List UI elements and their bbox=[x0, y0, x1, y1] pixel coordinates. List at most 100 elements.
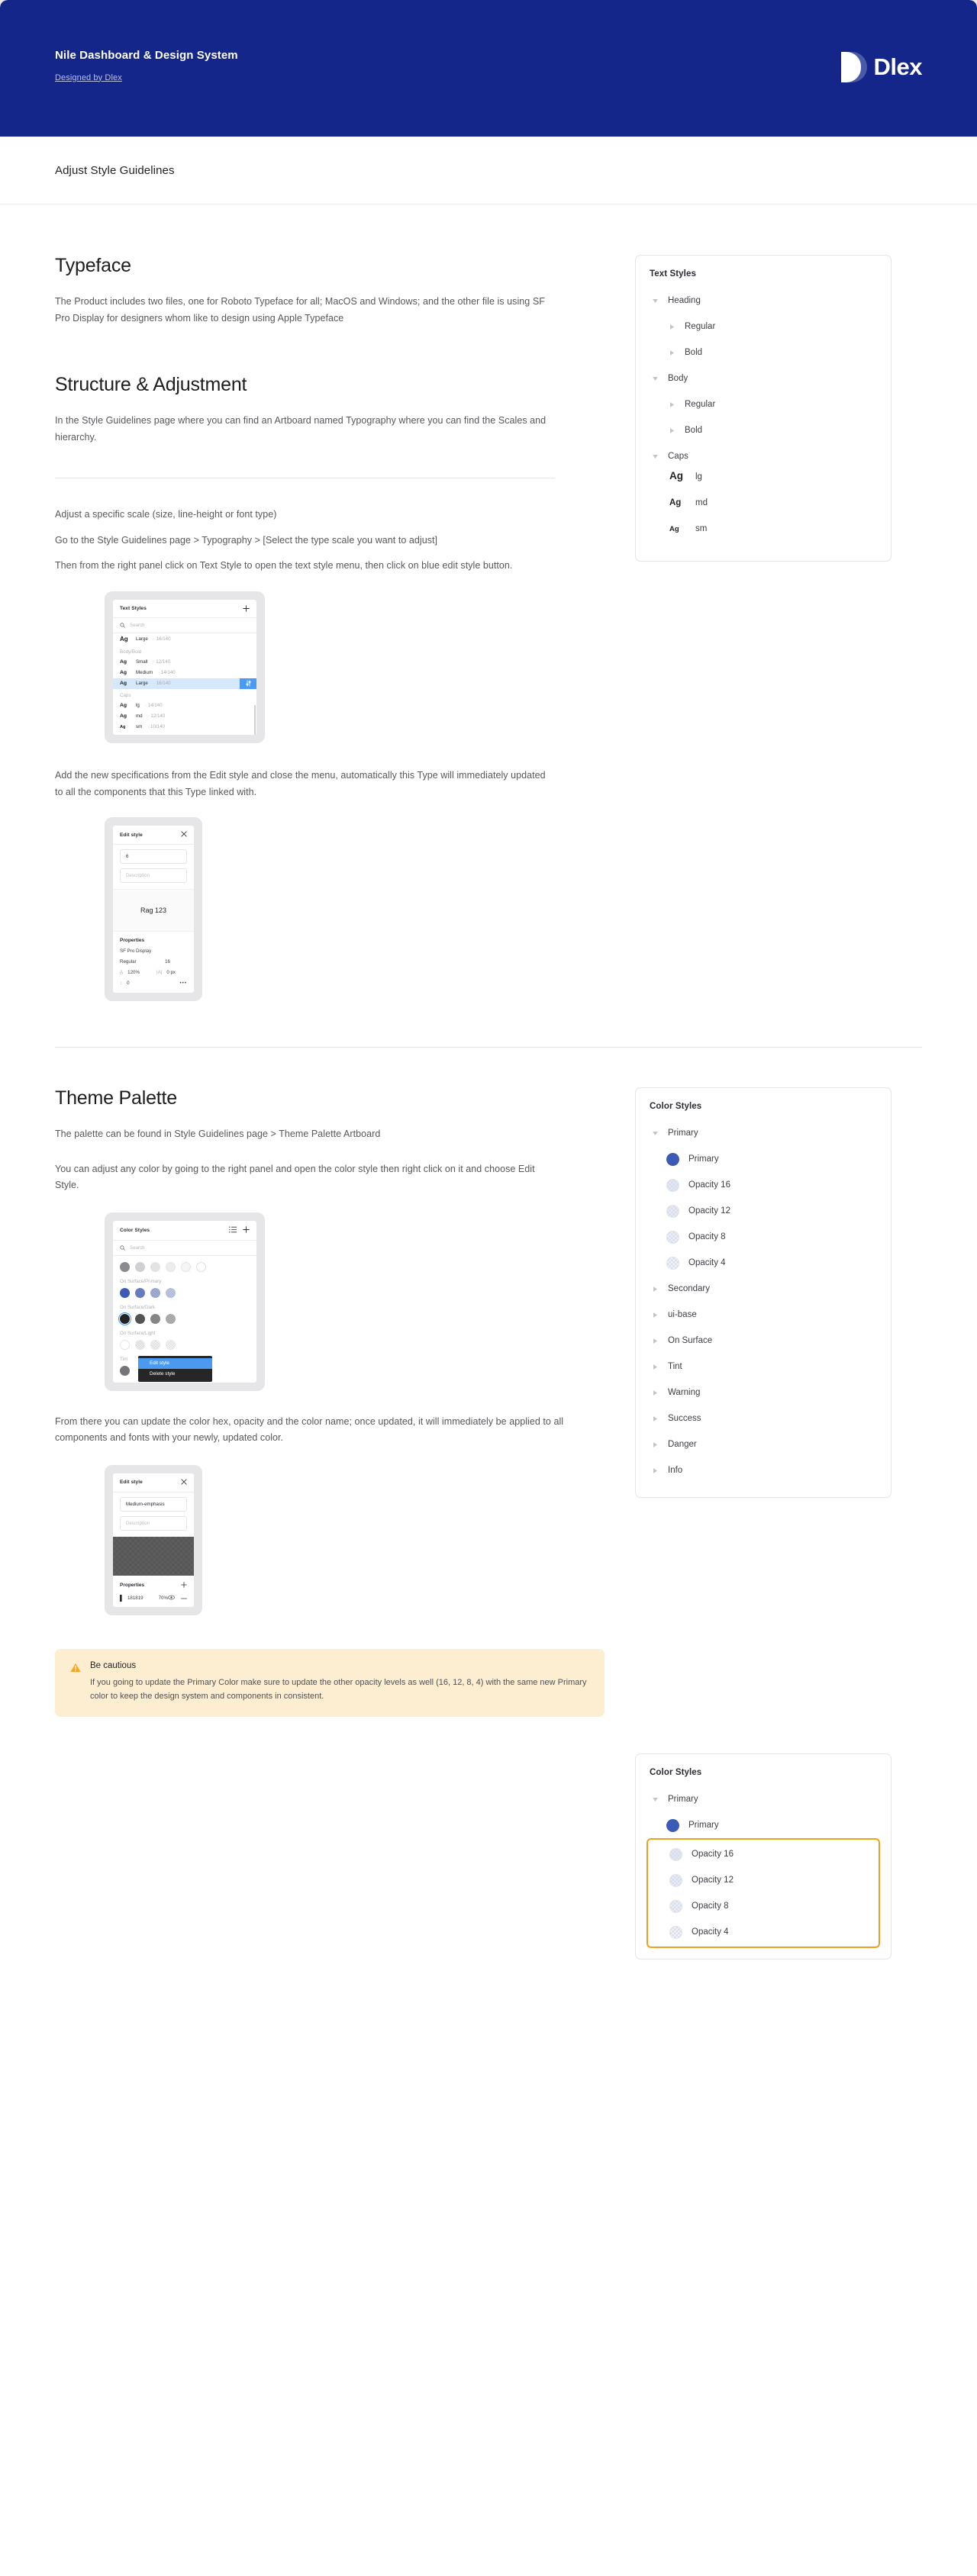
list-icon[interactable] bbox=[229, 1226, 237, 1235]
color-swatch[interactable] bbox=[669, 1925, 682, 1939]
eye-icon[interactable] bbox=[168, 1595, 175, 1602]
minus-icon[interactable] bbox=[181, 1596, 187, 1601]
color-swatch[interactable] bbox=[150, 1339, 160, 1350]
caps-item-sm[interactable]: Ag sm bbox=[636, 521, 891, 547]
tree-item-body-bold[interactable]: Bold bbox=[636, 417, 891, 443]
color-swatch[interactable] bbox=[666, 1230, 679, 1244]
list-item[interactable]: Ag Medium · 14/140 bbox=[113, 668, 256, 678]
tree-item-on-surface[interactable]: On Surface bbox=[636, 1328, 891, 1354]
color-name-input[interactable]: Medium-emphasis bbox=[120, 1496, 187, 1512]
chevron-right-icon[interactable] bbox=[650, 1441, 660, 1447]
tree-item-heading-bold[interactable]: Bold bbox=[636, 340, 891, 365]
context-menu-edit-style[interactable]: Edit style bbox=[138, 1357, 212, 1369]
paragraph-spacing-row[interactable]: ↕ 0 ••• bbox=[120, 980, 187, 986]
tree-item-body-regular[interactable]: Regular bbox=[636, 391, 891, 417]
chevron-right-icon[interactable] bbox=[650, 1467, 660, 1473]
color-item-opacity-4[interactable]: Opacity 4 bbox=[636, 1250, 891, 1276]
color-swatch[interactable] bbox=[666, 1256, 679, 1270]
plus-icon[interactable] bbox=[243, 1225, 250, 1235]
chevron-down-icon[interactable] bbox=[650, 1131, 660, 1135]
color-item-opacity-12[interactable]: Opacity 12 bbox=[648, 1867, 879, 1893]
color-swatch[interactable] bbox=[166, 1339, 176, 1350]
color-swatch[interactable] bbox=[150, 1313, 160, 1324]
list-item[interactable]: Ag md · 12/140 bbox=[113, 711, 256, 722]
tree-item-heading-regular[interactable]: Regular bbox=[636, 314, 891, 340]
color-swatch[interactable] bbox=[666, 1152, 679, 1166]
color-swatch[interactable] bbox=[666, 1818, 679, 1832]
chevron-right-icon[interactable] bbox=[666, 349, 677, 356]
close-icon[interactable] bbox=[181, 1478, 187, 1486]
list-item[interactable]: Ag sm · 10/140 bbox=[113, 722, 256, 736]
color-swatch[interactable] bbox=[181, 1261, 191, 1272]
tree-item-info[interactable]: Info bbox=[636, 1457, 891, 1483]
tree-item-secondary[interactable]: Secondary bbox=[636, 1276, 891, 1302]
tree-item-ui-base[interactable]: ui-base bbox=[636, 1302, 891, 1328]
color-swatch[interactable] bbox=[166, 1287, 176, 1298]
color-swatch[interactable] bbox=[120, 1287, 130, 1298]
color-swatch[interactable] bbox=[120, 1365, 130, 1376]
caps-item-md[interactable]: Ag md bbox=[636, 495, 891, 521]
color-swatch[interactable] bbox=[669, 1873, 682, 1887]
font-family-row[interactable]: SF Pro Display bbox=[120, 948, 187, 954]
color-swatch-selected[interactable] bbox=[118, 1312, 132, 1325]
color-swatch[interactable] bbox=[166, 1313, 176, 1324]
chevron-right-icon[interactable] bbox=[650, 1389, 660, 1396]
color-swatch[interactable] bbox=[669, 1899, 682, 1913]
tree-item-primary-group[interactable]: Primary bbox=[636, 1120, 891, 1146]
chevron-down-icon[interactable] bbox=[650, 376, 660, 381]
mock-search-field[interactable]: Search bbox=[113, 618, 256, 633]
tree-item-warning[interactable]: Warning bbox=[636, 1380, 891, 1406]
list-item[interactable]: Ag lg · 14/140 bbox=[113, 700, 256, 711]
line-height-row[interactable]: A̲ 120% |A| 0 px bbox=[120, 970, 187, 975]
color-swatch[interactable] bbox=[135, 1261, 145, 1272]
color-item-opacity-12[interactable]: Opacity 12 bbox=[636, 1198, 891, 1224]
color-swatch[interactable] bbox=[150, 1287, 160, 1298]
color-description-input[interactable]: Description bbox=[120, 1515, 187, 1531]
color-swatch[interactable] bbox=[120, 1339, 130, 1350]
scrollbar[interactable] bbox=[253, 704, 256, 735]
color-swatch[interactable] bbox=[150, 1261, 160, 1272]
style-description-input[interactable]: Description bbox=[120, 868, 187, 883]
tree-item-danger[interactable]: Danger bbox=[636, 1431, 891, 1457]
color-swatch[interactable] bbox=[135, 1339, 145, 1350]
edit-style-button[interactable] bbox=[240, 678, 256, 689]
tree-item-tint[interactable]: Tint bbox=[636, 1354, 891, 1380]
color-swatch[interactable] bbox=[135, 1313, 145, 1324]
color-swatch[interactable] bbox=[166, 1261, 176, 1272]
close-icon[interactable] bbox=[181, 831, 187, 839]
chevron-down-icon[interactable] bbox=[650, 454, 660, 459]
color-item-opacity-4[interactable]: Opacity 4 bbox=[648, 1919, 879, 1945]
color-swatch[interactable] bbox=[666, 1178, 679, 1192]
color-item-opacity-16[interactable]: Opacity 16 bbox=[636, 1172, 891, 1198]
list-item[interactable]: Ag Large · 16/140 bbox=[113, 633, 256, 646]
chevron-right-icon[interactable] bbox=[650, 1286, 660, 1292]
color-swatch[interactable] bbox=[666, 1204, 679, 1218]
plus-icon[interactable] bbox=[181, 1581, 187, 1589]
color-property-row[interactable]: 181819 70% bbox=[120, 1594, 187, 1602]
color-swatch[interactable] bbox=[669, 1847, 682, 1861]
chevron-right-icon[interactable] bbox=[650, 1338, 660, 1344]
style-name-input[interactable]: 6 bbox=[120, 849, 187, 864]
color-item-opacity-16[interactable]: Opacity 16 bbox=[648, 1841, 879, 1867]
color-item-primary[interactable]: Primary bbox=[636, 1146, 891, 1172]
color-swatch[interactable] bbox=[196, 1261, 206, 1272]
color-item-opacity-8[interactable]: Opacity 8 bbox=[636, 1224, 891, 1250]
plus-icon[interactable] bbox=[243, 604, 250, 612]
chevron-right-icon[interactable] bbox=[650, 1364, 660, 1370]
tree-item-primary-group[interactable]: Primary bbox=[636, 1786, 891, 1812]
color-item-primary[interactable]: Primary bbox=[636, 1812, 891, 1838]
tree-item-body[interactable]: Body bbox=[636, 365, 891, 391]
tree-item-success[interactable]: Success bbox=[636, 1406, 891, 1431]
color-swatch[interactable] bbox=[120, 1261, 130, 1272]
chevron-down-icon[interactable]: ⌄ bbox=[123, 959, 127, 964]
chevron-down-icon[interactable] bbox=[650, 1797, 660, 1802]
mock-search-field[interactable]: Search bbox=[113, 1241, 256, 1256]
designed-by-link[interactable]: Designed by Dlex bbox=[55, 73, 122, 82]
chevron-right-icon[interactable] bbox=[666, 401, 677, 407]
color-item-opacity-8[interactable]: Opacity 8 bbox=[648, 1893, 879, 1919]
list-item-selected[interactable]: Ag Large · 16/140 bbox=[113, 678, 256, 689]
caps-item-lg[interactable]: Ag lg bbox=[636, 469, 891, 495]
tree-item-heading[interactable]: Heading bbox=[636, 288, 891, 314]
more-icon[interactable]: ••• bbox=[180, 980, 188, 986]
list-item[interactable]: Ag Small · 12/140 bbox=[113, 657, 256, 668]
